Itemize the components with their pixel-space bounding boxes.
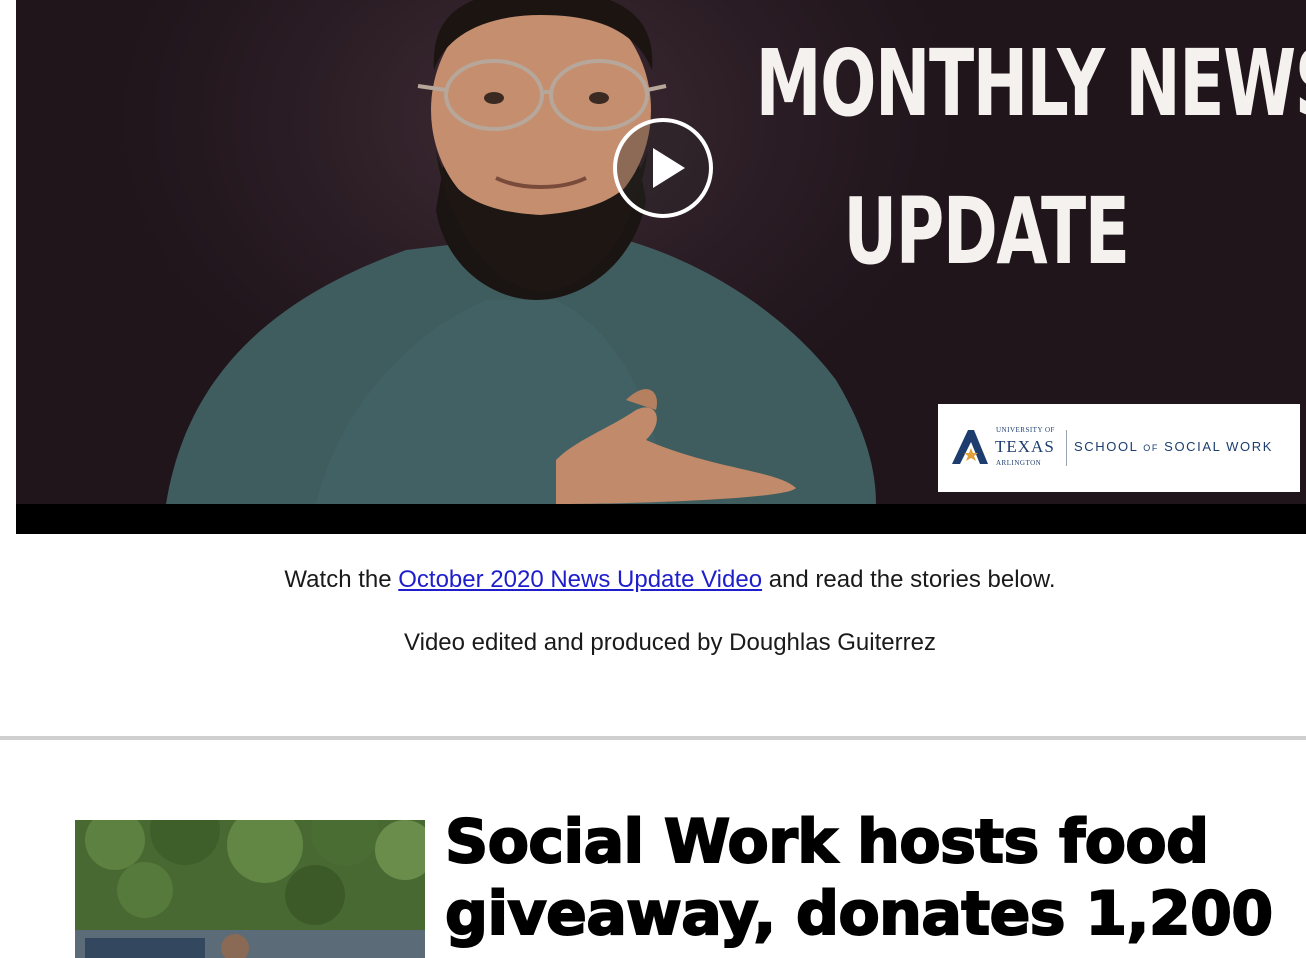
video-thumbnail[interactable]: MONTHLY NEWS UPDATE UNIVERSITY OF TEXAS … xyxy=(16,0,1306,534)
news-update-video-link[interactable]: October 2020 News Update Video xyxy=(398,566,762,593)
newsletter-page: MONTHLY NEWS UPDATE UNIVERSITY OF TEXAS … xyxy=(0,0,1306,958)
logo-school: SCHOOL xyxy=(1074,439,1139,454)
logo-texas: TEXAS xyxy=(995,437,1055,456)
logo-of: OF xyxy=(1143,443,1159,453)
logo-social-work: SOCIAL WORK xyxy=(1164,439,1274,454)
uta-logo: UNIVERSITY OF TEXAS ARLINGTON SCHOOL OF … xyxy=(938,404,1300,492)
video-headline: MONTHLY NEWS UPDATE xyxy=(755,10,1306,306)
food-giveaway-photo xyxy=(75,820,425,958)
video-bottom-bar xyxy=(16,504,1306,534)
video-credit: Video edited and produced by Doughlas Gu… xyxy=(404,629,936,656)
story-title[interactable]: Social Work hosts food giveaway, donates… xyxy=(444,806,1306,950)
play-icon xyxy=(653,148,685,188)
logo-divider xyxy=(1066,430,1067,466)
logo-university-of: UNIVERSITY OF xyxy=(996,426,1055,434)
caption-suffix: and read the stories below. xyxy=(768,566,1056,593)
uta-a-logo-icon xyxy=(952,430,988,464)
caption-prefix: Watch the xyxy=(284,566,392,593)
video-caption: Watch the October 2020 News Update Video… xyxy=(0,566,1306,594)
section-divider xyxy=(0,736,1306,740)
logo-school-of-social-work: SCHOOL OF SOCIAL WORK xyxy=(1074,439,1273,454)
headline-line-2: UPDATE xyxy=(843,178,1130,285)
logo-arlington: ARLINGTON xyxy=(996,459,1042,467)
headline-line-1: MONTHLY NEWS xyxy=(755,30,1306,137)
story-image[interactable] xyxy=(75,820,425,958)
play-button[interactable] xyxy=(613,118,713,218)
video-frame: MONTHLY NEWS UPDATE UNIVERSITY OF TEXAS … xyxy=(16,0,1306,504)
